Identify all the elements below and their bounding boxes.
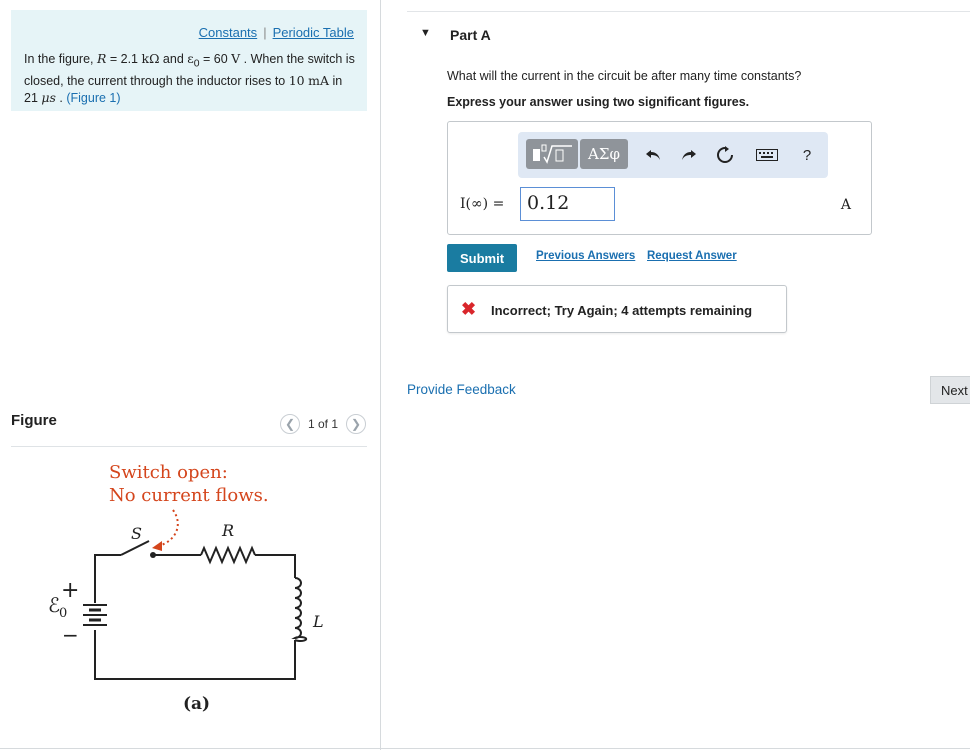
circuit-wires	[94, 540, 296, 680]
feedback-message: Incorrect; Try Again; 4 attempts remaini…	[491, 303, 753, 318]
chevron-left-icon[interactable]: ❮	[279, 414, 300, 434]
triangle-down-icon[interactable]: ▼	[420, 27, 431, 39]
sqrt-template-icon[interactable]	[526, 139, 578, 169]
problem-text: In the figure,	[24, 52, 97, 66]
current-unit: mA	[308, 73, 330, 88]
chevron-right-icon[interactable]: ❯	[346, 414, 366, 434]
previous-answers-link[interactable]: Previous Answers	[536, 250, 635, 262]
answer-unit: A	[840, 197, 851, 213]
figure-pager: ❮ 1 of 1 ❯	[279, 414, 366, 434]
switch-label: S	[131, 524, 142, 543]
answer-box: ΑΣφ ? I(∞) = 0.12 A	[447, 121, 872, 235]
bottom-border	[0, 748, 970, 749]
plus-sign: +	[61, 578, 79, 603]
answer-input[interactable]: 0.12	[520, 187, 615, 221]
x-mark-icon: ✖	[461, 299, 477, 319]
caption-line-2: No current flows.	[109, 485, 269, 506]
problem-text: and	[159, 52, 188, 66]
figure-page-count: 1 of 1	[307, 417, 338, 431]
redo-icon[interactable]	[678, 144, 700, 166]
figure-title: Figure	[11, 412, 57, 429]
help-button[interactable]: ?	[796, 144, 818, 166]
undo-icon[interactable]	[642, 144, 664, 166]
circuit-figure: Switch open: No current flows. S R L ℰ 0…	[48, 462, 324, 714]
problem-statement: In the figure, R = 2.1 kΩ and ε0 = 60 V …	[24, 51, 359, 106]
problem-text: = 60	[199, 52, 232, 66]
template-glyph	[533, 144, 572, 164]
resistance-unit: kΩ	[141, 51, 160, 66]
figure-link[interactable]: (Figure 1)	[66, 91, 120, 105]
math-toolbar: ΑΣφ ?	[518, 132, 828, 178]
reference-links: Constants | Periodic Table	[199, 25, 354, 40]
pointer-arrowhead	[152, 541, 162, 551]
inductor-coil	[291, 577, 308, 642]
resistance-symbol: R	[96, 51, 107, 66]
minus-sign: −	[62, 623, 79, 647]
provide-feedback-link[interactable]: Provide Feedback	[407, 382, 516, 397]
part-title: Part A	[450, 27, 491, 43]
part-header[interactable]: ▼ Part A	[407, 11, 970, 58]
current-value: 10	[288, 73, 305, 88]
problem-info-box: Constants | Periodic Table In the figure, …	[11, 10, 367, 111]
battery	[83, 604, 107, 626]
voltage-unit: V	[231, 51, 241, 66]
column-divider	[380, 0, 381, 750]
problem-text: .	[55, 90, 67, 105]
instruction-text: Express your answer using two significan…	[447, 95, 750, 109]
keyboard-icon[interactable]	[754, 144, 780, 166]
pointer-arrow	[158, 509, 179, 547]
subfigure-label: (a)	[183, 694, 210, 714]
switch-contact	[150, 552, 156, 558]
left-column: Constants | Periodic Table In the figure, …	[0, 0, 380, 750]
link-separator: |	[263, 25, 267, 40]
answer-label: I(∞) =	[460, 196, 505, 212]
caption-line-1: Switch open:	[109, 462, 228, 483]
problem-text: = 2.1	[106, 52, 142, 66]
emf-label-subscript: 0	[59, 606, 67, 621]
request-answer-link[interactable]: Request Answer	[647, 250, 737, 262]
reset-icon[interactable]	[714, 144, 736, 166]
submit-button[interactable]: Submit	[447, 244, 517, 272]
feedback-message-box: ✖ Incorrect; Try Again; 4 attempts remai…	[447, 285, 787, 333]
time-unit: μs	[41, 89, 56, 105]
periodic-table-link[interactable]: Periodic Table	[273, 25, 354, 40]
figure-divider	[11, 446, 367, 447]
resistor-label: R	[221, 521, 234, 540]
greek-symbols-button[interactable]: ΑΣφ	[580, 139, 628, 169]
question-text: What will the current in the circuit be …	[447, 69, 802, 83]
next-button[interactable]: Next	[930, 376, 970, 404]
inductor-label: L	[312, 612, 324, 631]
constants-link[interactable]: Constants	[199, 25, 258, 40]
